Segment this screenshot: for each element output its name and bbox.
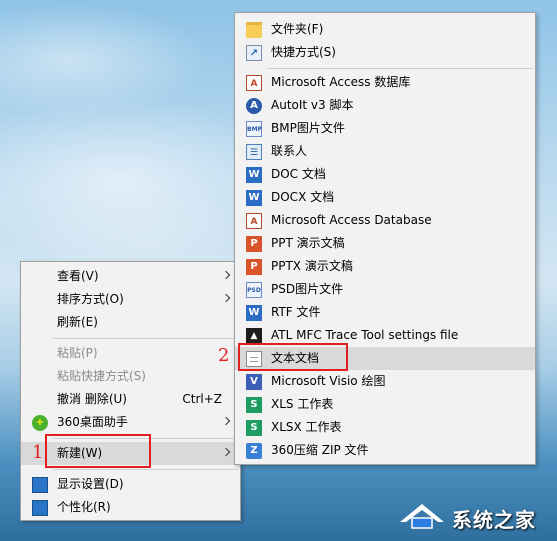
menu-item-paste-shortcut[interactable]: 粘贴快捷方式(S) (21, 365, 240, 388)
new-item-pptx[interactable]: P PPTX 演示文稿 (235, 255, 535, 278)
new-item-psd-image[interactable]: PSD PSD图片文件 (235, 278, 535, 301)
360-icon: + (32, 415, 48, 431)
menu-separator (53, 469, 238, 470)
word-icon: W (246, 190, 262, 206)
chevron-right-icon (221, 447, 231, 457)
watermark-text: 系统之家 (452, 508, 536, 532)
chevron-right-icon (221, 270, 231, 280)
menu-item-label: XLS 工作表 (271, 397, 334, 411)
new-item-ppt[interactable]: P PPT 演示文稿 (235, 232, 535, 255)
new-submenu: 文件夹(F) ↗ 快捷方式(S) A Microsoft Access 数据库 … (234, 12, 536, 465)
psd-icon: PSD (246, 282, 262, 298)
menu-item-label: 粘贴快捷方式(S) (57, 369, 146, 383)
new-item-xlsx[interactable]: S XLSX 工作表 (235, 416, 535, 439)
chevron-right-icon (221, 416, 231, 426)
word-icon: W (246, 167, 262, 183)
menu-item-label: 文件夹(F) (271, 22, 324, 36)
menu-item-label: Microsoft Access 数据库 (271, 75, 411, 89)
new-item-rtf[interactable]: W RTF 文件 (235, 301, 535, 324)
excel-icon: S (246, 420, 262, 436)
visio-icon: V (246, 374, 262, 390)
folder-icon (246, 22, 262, 38)
personalize-icon (32, 500, 48, 516)
access-icon: A (246, 213, 262, 229)
menu-item-label: PPTX 演示文稿 (271, 259, 353, 273)
contact-icon: ☰ (246, 144, 262, 160)
menu-item-label: 360桌面助手 (57, 415, 128, 429)
menu-item-undo-delete[interactable]: 撤消 删除(U) Ctrl+Z (21, 388, 240, 411)
menu-item-refresh[interactable]: 刷新(E) (21, 311, 240, 334)
shortcut-icon: ↗ (246, 45, 262, 61)
new-item-access-database-cn[interactable]: A Microsoft Access 数据库 (235, 71, 535, 94)
new-item-folder[interactable]: 文件夹(F) (235, 18, 535, 41)
highlight-box-text-document (238, 343, 348, 371)
display-settings-icon (32, 477, 48, 493)
menu-item-label: Microsoft Visio 绘图 (271, 374, 386, 388)
bmp-icon: BMP (246, 121, 262, 137)
new-item-shortcut[interactable]: ↗ 快捷方式(S) (235, 41, 535, 64)
menu-item-label: AutoIt v3 脚本 (271, 98, 354, 112)
menu-item-label: PSD图片文件 (271, 282, 344, 296)
chevron-right-icon (221, 293, 231, 303)
menu-item-label: PPT 演示文稿 (271, 236, 345, 250)
menu-item-label: 快捷方式(S) (271, 45, 336, 59)
new-item-360-zip[interactable]: Z 360压缩 ZIP 文件 (235, 439, 535, 462)
atl-icon: ▲ (246, 328, 262, 344)
menu-item-label: 显示设置(D) (57, 477, 124, 491)
menu-item-label: 个性化(R) (57, 500, 111, 514)
new-item-access-database[interactable]: A Microsoft Access Database (235, 209, 535, 232)
menu-item-view[interactable]: 查看(V) (21, 265, 240, 288)
menu-item-label: 排序方式(O) (57, 292, 124, 306)
menu-item-personalize[interactable]: 个性化(R) (21, 496, 240, 519)
menu-item-label: 撤消 删除(U) (57, 392, 127, 406)
menu-item-label: 查看(V) (57, 269, 99, 283)
new-item-contact[interactable]: ☰ 联系人 (235, 140, 535, 163)
watermark-logo-icon (400, 504, 444, 529)
menu-item-360-desktop-assistant[interactable]: + 360桌面助手 (21, 411, 240, 434)
new-item-autoit-script[interactable]: A AutoIt v3 脚本 (235, 94, 535, 117)
zip-icon: Z (246, 443, 262, 459)
menu-item-display-settings[interactable]: 显示设置(D) (21, 473, 240, 496)
menu-separator (267, 68, 533, 69)
powerpoint-icon: P (246, 259, 262, 275)
shortcut-text: Ctrl+Z (182, 392, 222, 406)
new-item-bmp-image[interactable]: BMP BMP图片文件 (235, 117, 535, 140)
menu-item-label: ATL MFC Trace Tool settings file (271, 328, 459, 342)
step-number-2: 2 (218, 345, 230, 366)
autoit-icon: A (246, 98, 262, 114)
powerpoint-icon: P (246, 236, 262, 252)
new-item-xls[interactable]: S XLS 工作表 (235, 393, 535, 416)
menu-item-label: DOCX 文档 (271, 190, 335, 204)
menu-item-paste[interactable]: 粘贴(P) (21, 342, 240, 365)
menu-item-label: 联系人 (271, 144, 308, 158)
access-icon: A (246, 75, 262, 91)
new-item-docx[interactable]: W DOCX 文档 (235, 186, 535, 209)
new-item-doc[interactable]: W DOC 文档 (235, 163, 535, 186)
menu-item-label: XLSX 工作表 (271, 420, 342, 434)
highlight-box-new (45, 434, 151, 468)
menu-item-label: DOC 文档 (271, 167, 326, 181)
menu-separator (53, 338, 238, 339)
new-item-visio[interactable]: V Microsoft Visio 绘图 (235, 370, 535, 393)
menu-item-label: 360压缩 ZIP 文件 (271, 443, 369, 457)
watermark: 系统之家 (392, 496, 557, 536)
step-number-1: 1 (32, 442, 44, 463)
menu-item-label: BMP图片文件 (271, 121, 345, 135)
menu-item-label: 刷新(E) (57, 315, 98, 329)
menu-item-label: 粘贴(P) (57, 346, 98, 360)
menu-item-label: Microsoft Access Database (271, 213, 432, 227)
word-icon: W (246, 305, 262, 321)
excel-icon: S (246, 397, 262, 413)
desktop-context-menu: 查看(V) 排序方式(O) 刷新(E) 粘贴(P) 粘贴快捷方式(S) 撤消 删… (20, 261, 241, 521)
menu-item-sort-by[interactable]: 排序方式(O) (21, 288, 240, 311)
menu-item-label: RTF 文件 (271, 305, 321, 319)
